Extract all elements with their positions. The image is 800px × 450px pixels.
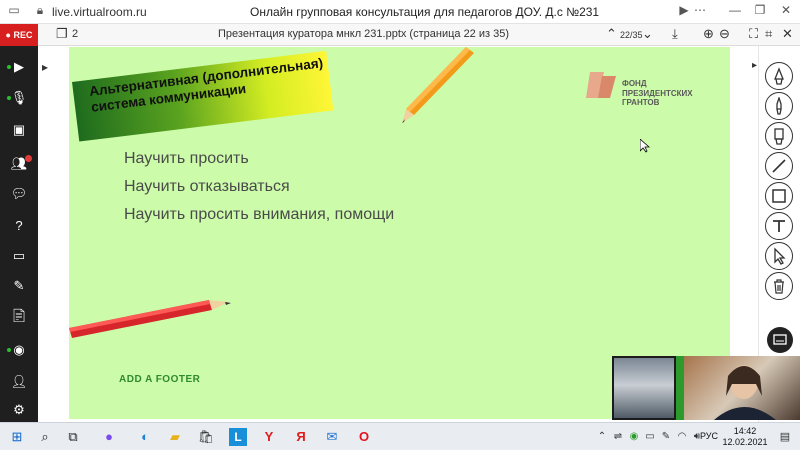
system-clock[interactable]: 14:42 12.02.2021 (720, 426, 770, 448)
chat-icon[interactable]: 💬︎ (8, 184, 30, 204)
logo-line-2: ПРЕЗИДЕНТСКИХ (622, 88, 693, 98)
collapse-right-icon[interactable]: ▸ (752, 60, 757, 71)
restore-icon[interactable]: ❐ (752, 3, 768, 19)
alice-icon[interactable]: ● (100, 428, 118, 446)
more-icon[interactable]: ⋯ (692, 3, 708, 19)
zoom-out-icon[interactable]: ⊖ (719, 26, 730, 42)
pages-count: 2 (72, 28, 79, 40)
crop-icon[interactable]: ⌗ (765, 26, 772, 42)
edge-icon[interactable]: ◐ (136, 428, 154, 446)
notification-icon[interactable]: ▤ (776, 428, 794, 446)
slide-footer: ADD A FOOTER (119, 374, 201, 385)
search-icon[interactable]: ⌕ (36, 428, 54, 446)
fullscreen-icon[interactable]: ⛶ (749, 26, 758, 42)
store-icon[interactable]: 🛍︎ (197, 428, 215, 446)
settings-icon[interactable]: ⚙ (8, 400, 30, 420)
download-icon[interactable]: ⤓ (672, 26, 678, 42)
brush-icon (776, 97, 782, 115)
video-camera-icon[interactable]: ▶ (676, 3, 692, 19)
yandex-browser-icon[interactable]: Y (260, 428, 278, 446)
slide-bullet-2: Научить отказываться (124, 178, 290, 195)
logo-line-3: ГРАНТОВ (622, 98, 660, 107)
record-button[interactable]: ● REC (0, 24, 38, 46)
pointer-icon (774, 247, 786, 265)
record-status-dot (7, 348, 11, 352)
minimize-icon[interactable]: — (727, 3, 743, 19)
windows-start-icon[interactable]: ⊞ (8, 428, 26, 446)
mouse-cursor-icon (640, 139, 650, 153)
rectangle-icon (772, 189, 786, 203)
video-thumbnail-room[interactable] (612, 356, 676, 420)
clock-date: 12.02.2021 (722, 437, 768, 447)
clock-time: 14:42 (733, 426, 757, 436)
camera-icon[interactable]: ▶ (8, 57, 30, 77)
screen-share-icon[interactable]: ▣ (8, 120, 30, 140)
text-tool[interactable] (765, 212, 793, 240)
input-language[interactable]: РУС (700, 431, 718, 441)
tab-strip-icon[interactable]: ▭ (6, 3, 22, 19)
microphone-status-dot (7, 96, 11, 100)
windows-taskbar: ⊞ ⌕ ⧉ ● ◐ ▰ 🛍︎ L Y Я ✉ O ⌃ ⇌ ◉ ▭ ✎ ◠ 🔊︎ … (0, 422, 800, 450)
explorer-icon[interactable]: ▰ (166, 428, 184, 446)
add-user-icon[interactable]: 👤︎ (8, 372, 30, 392)
document-icon[interactable]: 📄︎ (8, 306, 30, 326)
line-icon (772, 159, 786, 173)
window-title: Онлайн групповая консультация для педаго… (250, 5, 600, 19)
document-title: Презентация куратора мнкл 231.pptx (стра… (218, 28, 510, 40)
record-status-icon[interactable]: ◉ (8, 340, 30, 360)
highlighter-tool[interactable] (765, 122, 793, 150)
camera-status-dot (7, 65, 11, 69)
left-sidebar: ● REC ▶ 🎙︎ ▣ 👥︎ 💬︎ ? ▭ ✎ 📄︎ ◉ 👤︎ ⚙ (0, 24, 38, 422)
close-icon[interactable]: ✕ (778, 3, 794, 19)
trash-icon (774, 279, 784, 294)
text-icon (773, 220, 785, 232)
screen-layout-icon (773, 334, 787, 345)
rectangle-tool[interactable] (765, 182, 793, 210)
presentation-icon[interactable]: ▭ (8, 246, 30, 266)
close-presentation-icon[interactable]: ✕ (782, 26, 793, 42)
slide-bullet-3: Научить просить внимания, помощи (124, 206, 395, 223)
fund-logo-icon (586, 72, 616, 98)
slide-bullet-1: Научить просить (124, 150, 249, 167)
participants-badge (25, 155, 32, 162)
mail-icon[interactable]: ✉ (323, 428, 341, 446)
yandex-icon[interactable]: Я (292, 428, 310, 446)
screen-layout-button[interactable] (767, 327, 793, 353)
presentation-toolbar: ❐ 2 Презентация куратора мнкл 231.pptx (… (0, 24, 800, 46)
delete-tool[interactable] (765, 272, 793, 300)
red-pencil-icon (69, 300, 231, 338)
pages-icon[interactable]: ❐ (56, 26, 68, 42)
browser-title-bar: ▭ 🔒︎ live.virtualroom.ru Онлайн группова… (0, 0, 800, 24)
brush-tool[interactable] (765, 92, 793, 120)
zoom-in-icon[interactable]: ⊕ (703, 26, 714, 42)
task-view-icon[interactable]: ⧉ (64, 428, 82, 446)
marker-tool[interactable] (765, 62, 793, 90)
highlighter-icon (774, 128, 784, 145)
logo-line-1: ФОНД (622, 79, 647, 88)
video-separator (676, 356, 684, 420)
video-thumbnail-presenter[interactable] (684, 356, 800, 420)
collapse-left-icon[interactable]: ▸ (42, 60, 48, 74)
chevron-down-icon[interactable]: ⌄ (642, 26, 653, 42)
lock-icon: 🔒︎ (36, 3, 44, 17)
line-tool[interactable] (765, 152, 793, 180)
orange-pencil-icon (402, 47, 474, 123)
presenter-silhouette (714, 365, 776, 420)
microphone-icon[interactable]: 🎙︎ (8, 88, 30, 108)
page-indicator: 22/35 (620, 30, 643, 40)
opera-icon[interactable]: O (355, 428, 373, 446)
address-url[interactable]: live.virtualroom.ru (52, 5, 147, 19)
chevron-up-icon[interactable]: ⌃ (606, 26, 617, 42)
marker-icon (774, 67, 784, 85)
l-app-icon[interactable]: L (229, 428, 247, 446)
pen-icon[interactable]: ✎ (8, 276, 30, 296)
pointer-tool[interactable] (765, 242, 793, 270)
fund-logo-text: ФОНД ПРЕЗИДЕНТСКИХ ГРАНТОВ (622, 79, 693, 108)
question-icon[interactable]: ? (8, 216, 30, 236)
